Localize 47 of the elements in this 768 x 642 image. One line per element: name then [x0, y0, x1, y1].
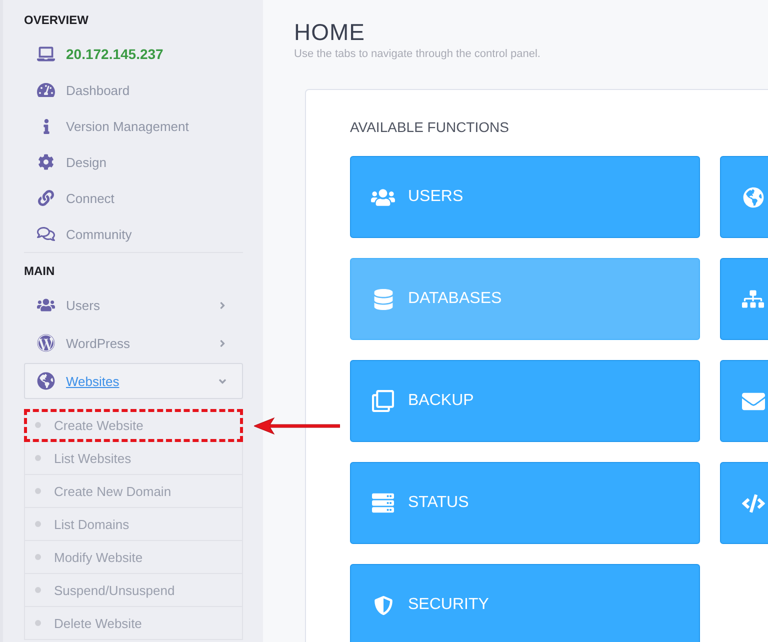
menu-item[interactable]: WordPress: [24, 324, 243, 362]
laptop-icon: [37, 45, 55, 63]
submenu-item[interactable]: Suspend/Unsuspend: [25, 574, 242, 606]
gauge-icon: [37, 81, 55, 99]
function-tile[interactable]: USERS: [350, 156, 700, 238]
bullet-icon: [35, 587, 41, 593]
bullet-icon: [35, 554, 41, 560]
menu-item[interactable]: Version Management: [24, 108, 243, 144]
menu-item[interactable]: Websites: [24, 363, 243, 399]
server-icon: [372, 492, 394, 514]
menu-item[interactable]: Connect: [24, 180, 243, 216]
w-logo-icon: [37, 334, 55, 352]
menu-item[interactable]: Community: [24, 216, 243, 252]
copy-icon: [372, 390, 394, 412]
bullet-icon: [35, 521, 41, 527]
bullet-icon: [35, 488, 41, 494]
submenu-item[interactable]: Create Website: [25, 409, 242, 441]
chat-bubbles-icon: [37, 225, 55, 243]
globe-icon: [742, 186, 764, 208]
menu-item[interactable]: Dashboard: [24, 72, 243, 108]
submenu-item[interactable]: Delete Website: [25, 607, 242, 639]
page-subtitle: Use the tabs to navigate through the control panel.: [294, 47, 542, 61]
submenu-item[interactable]: List Websites: [25, 442, 242, 474]
database-icon: [372, 288, 394, 310]
sitemap-icon: [742, 288, 764, 310]
section-title: OVERVIEW: [24, 13, 90, 27]
function-tile[interactable]: SECURITY: [350, 564, 700, 642]
section-title: MAIN: [24, 264, 56, 278]
bullet-icon: [35, 422, 41, 428]
submenu-item[interactable]: List Domains: [25, 508, 242, 540]
function-tile[interactable]: STATUS: [350, 462, 700, 544]
server-address-link[interactable]: 20.172.145.237: [24, 36, 243, 72]
bullet-icon: [35, 620, 41, 626]
chain-link-icon: [38, 190, 54, 206]
section-heading: AVAILABLE FUNCTIONS: [350, 118, 510, 136]
code-icon: [742, 492, 764, 514]
function-tile[interactable]: BACKUP: [350, 360, 700, 442]
shield-icon: [374, 596, 392, 614]
submenu-item[interactable]: Create New Domain: [25, 475, 242, 507]
function-tile[interactable]: DATABASES: [350, 258, 700, 340]
gear-icon: [38, 154, 54, 170]
menu-item[interactable]: Design: [24, 144, 243, 180]
menu-item[interactable]: Users: [24, 286, 243, 324]
bullet-icon: [35, 455, 41, 461]
globe-icon: [37, 372, 55, 390]
submenu-item[interactable]: Modify Website: [25, 541, 242, 573]
page-title: HOME: [294, 18, 366, 47]
